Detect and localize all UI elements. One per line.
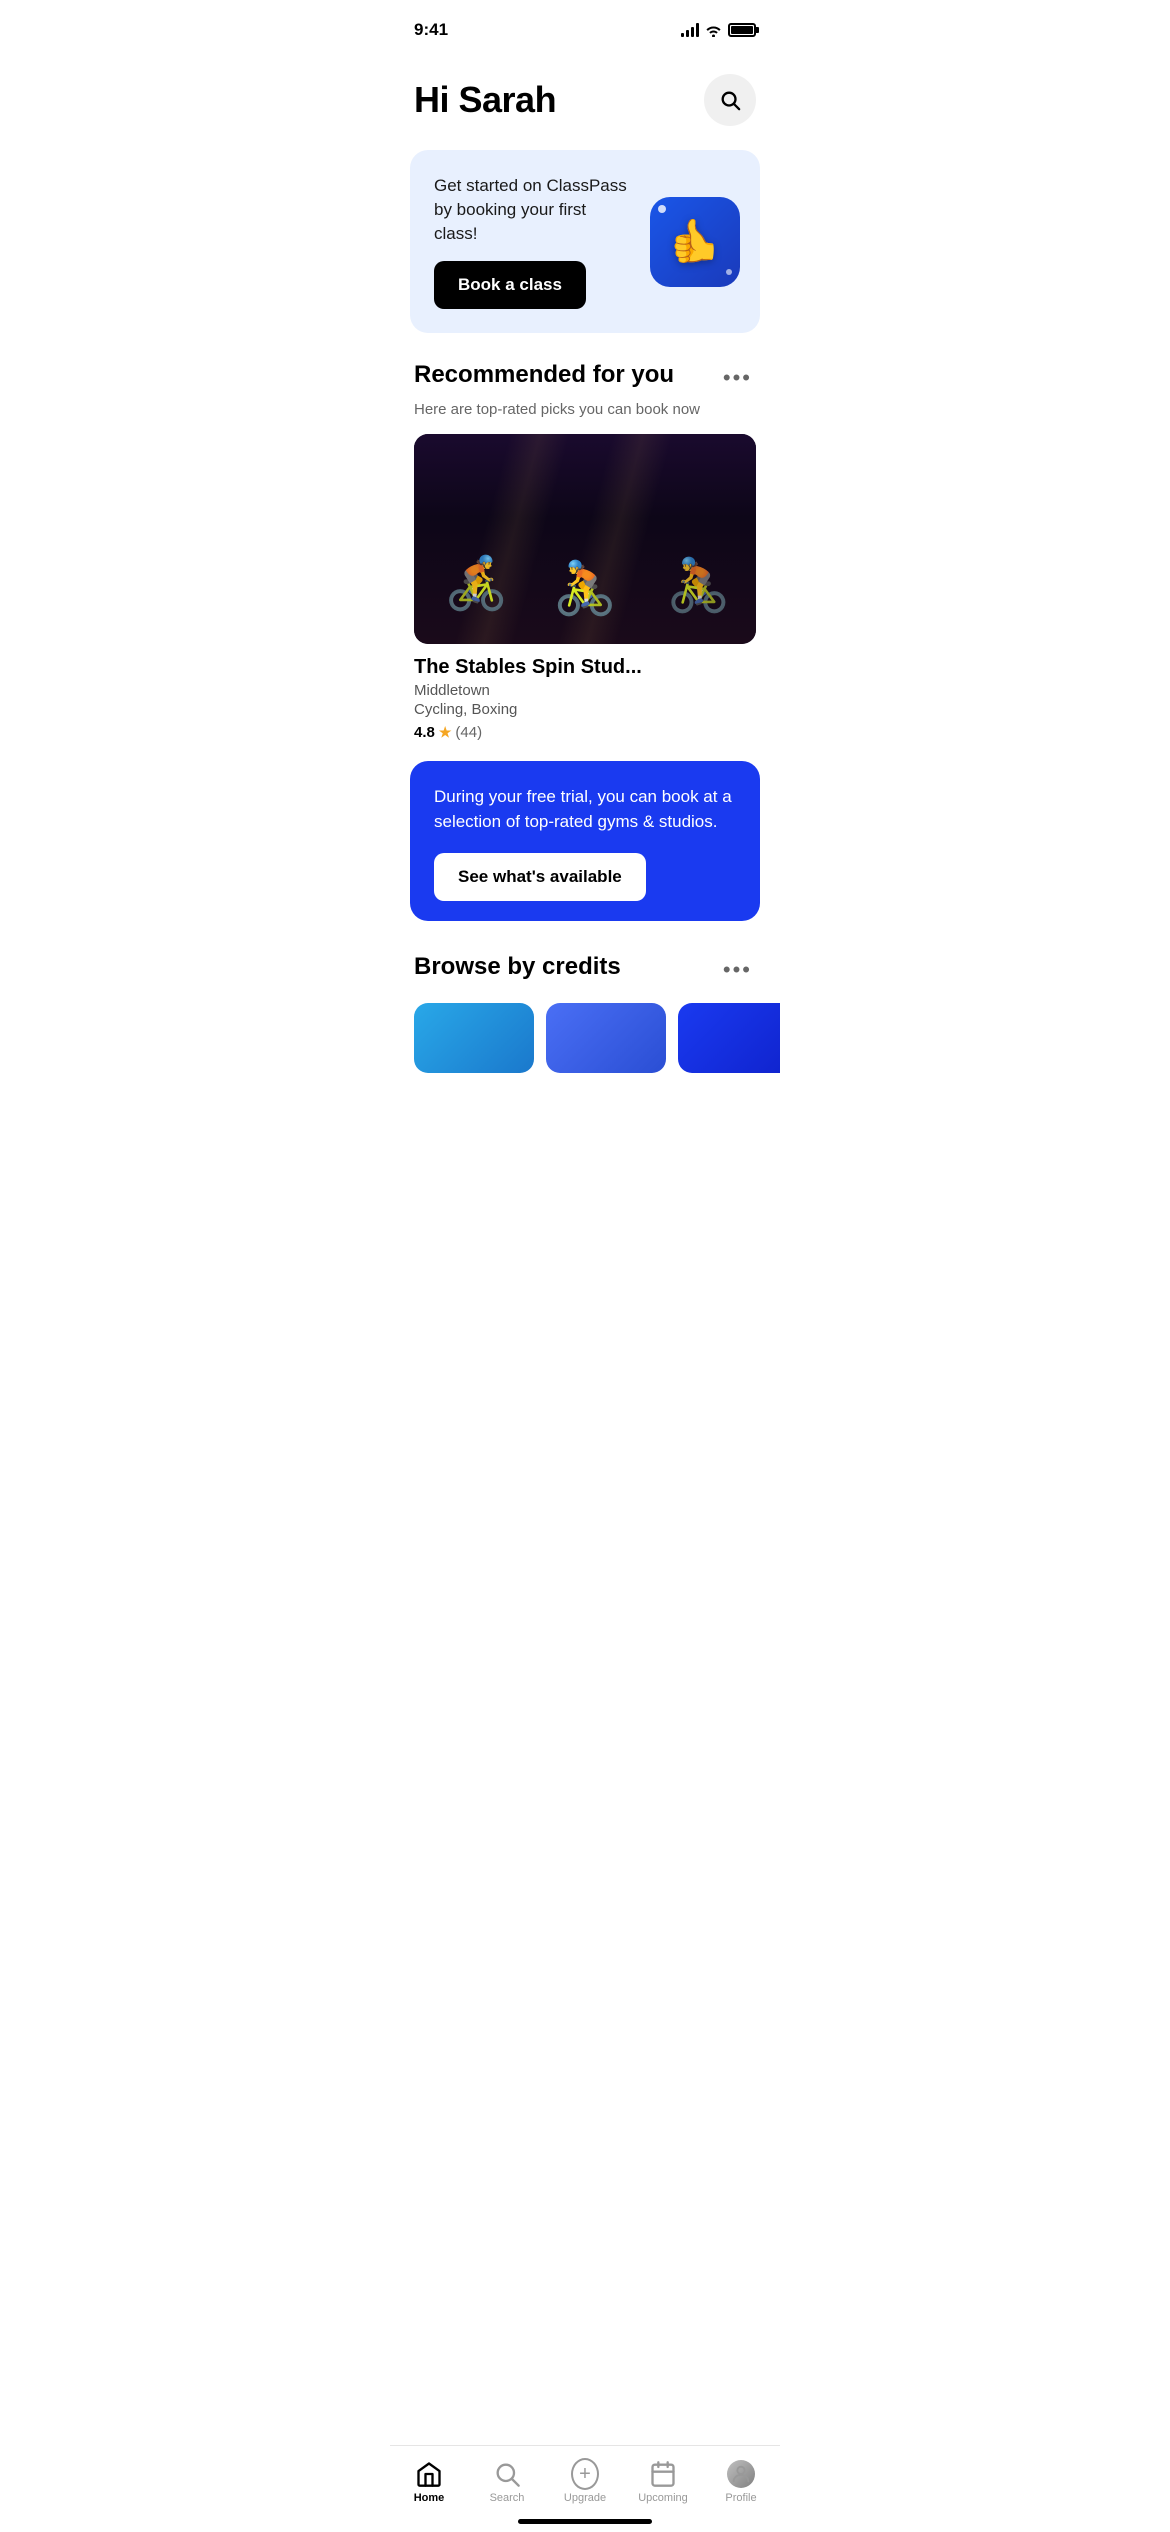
- nav-upcoming[interactable]: Upcoming: [624, 2456, 702, 2508]
- upcoming-icon: [649, 2460, 677, 2488]
- cycling-scene: 🚴 🚴 🚴: [414, 434, 756, 644]
- battery-icon: [728, 23, 756, 37]
- nav-home-label: Home: [414, 2492, 445, 2504]
- browse-section: Browse by credits •••: [390, 945, 780, 1173]
- wifi-icon: [705, 24, 722, 37]
- credit-card-2[interactable]: [546, 1003, 666, 1073]
- sparkle-1: [658, 205, 666, 213]
- studio-card[interactable]: 🚴 🚴 🚴 The Stables Spin Stud... Middletow…: [414, 434, 756, 741]
- rating-count: (44): [455, 724, 482, 741]
- free-trial-banner: During your free trial, you can book at …: [410, 761, 760, 920]
- upgrade-icon: +: [571, 2460, 599, 2488]
- credit-card-1[interactable]: [414, 1003, 534, 1073]
- nav-search[interactable]: Search: [468, 2456, 546, 2508]
- avatar: [727, 2460, 755, 2488]
- browse-section-header: Browse by credits •••: [390, 945, 780, 991]
- sparkle-2: [726, 269, 732, 275]
- profile-icon: [727, 2460, 755, 2488]
- status-icons: [681, 23, 756, 37]
- cyclist-3: 🚴: [666, 555, 731, 616]
- recommended-more-button[interactable]: •••: [719, 361, 756, 395]
- get-started-banner: Get started on ClassPass by booking your…: [410, 150, 760, 333]
- cyclist-1: 🚴: [444, 553, 509, 614]
- signal-icon: [681, 23, 699, 37]
- credits-row: [390, 991, 780, 1073]
- nav-search-label: Search: [490, 2492, 525, 2504]
- home-indicator: [518, 2519, 652, 2524]
- see-available-button[interactable]: See what's available: [434, 853, 646, 901]
- credit-card-3[interactable]: [678, 1003, 780, 1073]
- studio-name: The Stables Spin Stud...: [414, 656, 756, 679]
- book-class-button[interactable]: Book a class: [434, 261, 586, 309]
- status-time: 9:41: [414, 20, 448, 40]
- nav-upgrade-label: Upgrade: [564, 2492, 606, 2504]
- recommended-title: Recommended for you: [414, 361, 674, 389]
- banner-content: Get started on ClassPass by booking your…: [434, 174, 634, 309]
- banner-text: Get started on ClassPass by booking your…: [434, 174, 634, 245]
- banner-icon: 👍: [650, 197, 740, 287]
- search-header-button[interactable]: [704, 74, 756, 126]
- nav-upcoming-label: Upcoming: [638, 2492, 688, 2504]
- nav-home[interactable]: Home: [390, 2456, 468, 2508]
- recommended-section-header: Recommended for you •••: [390, 353, 780, 399]
- nav-upgrade[interactable]: + Upgrade: [546, 2456, 624, 2508]
- nav-profile-label: Profile: [725, 2492, 756, 2504]
- studio-categories: Cycling, Boxing: [414, 701, 756, 718]
- rating-value: 4.8: [414, 724, 435, 741]
- studio-image: 🚴 🚴 🚴: [414, 434, 756, 644]
- browse-title: Browse by credits: [414, 953, 621, 981]
- studio-rating: 4.8 ★ (44): [414, 724, 756, 741]
- thumbs-up-icon: 👍: [669, 217, 721, 266]
- star-icon: ★: [439, 724, 452, 741]
- studio-location: Middletown: [414, 682, 756, 699]
- home-icon: [415, 2460, 443, 2488]
- greeting: Hi Sarah: [414, 79, 556, 121]
- header: Hi Sarah: [390, 54, 780, 142]
- nav-profile[interactable]: Profile: [702, 2456, 780, 2508]
- search-nav-icon: [493, 2460, 521, 2488]
- browse-more-button[interactable]: •••: [719, 953, 756, 987]
- status-bar: 9:41: [390, 0, 780, 54]
- free-trial-text: During your free trial, you can book at …: [434, 785, 736, 834]
- cyclist-2: 🚴: [553, 558, 618, 619]
- recommended-subtitle: Here are top-rated picks you can book no…: [390, 399, 780, 434]
- search-icon: [719, 89, 741, 111]
